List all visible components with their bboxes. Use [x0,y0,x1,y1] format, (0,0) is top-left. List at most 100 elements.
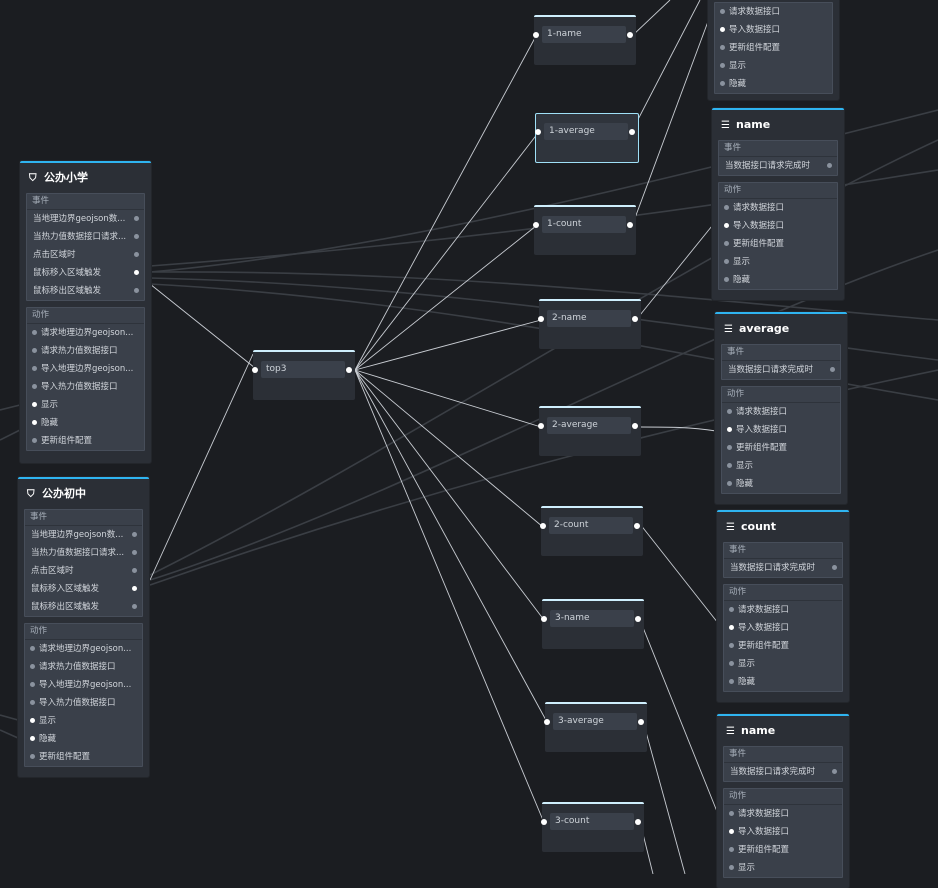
middle-school-node[interactable]: ⛉ 公办初中 事件 当地理边界geojson数... 当热力值数据接口请求... … [18,477,149,777]
output-port[interactable] [632,423,638,429]
input-port[interactable] [538,423,544,429]
field-node-1-average[interactable]: 1-average [535,113,639,163]
action-row[interactable]: 更新组件配置 [25,748,142,766]
action-row[interactable]: 更新组件配置 [722,439,840,457]
action-row[interactable]: 显示 [724,859,842,877]
action-row[interactable]: 更新组件配置 [27,432,144,450]
input-port[interactable] [541,819,547,825]
node-title: ☰ count [717,512,849,542]
input-port[interactable] [533,32,539,38]
event-row[interactable]: 当数据接口请求完成时 [722,361,840,379]
field-label: 1-name [542,26,626,43]
actions-section: 动作 请求数据接口 导入数据接口 更新组件配置 显示 [723,788,843,878]
output-port[interactable] [629,129,635,135]
field-node-3-name[interactable]: 3-name [541,599,644,649]
action-row[interactable]: 请求数据接口 [715,3,832,21]
action-row[interactable]: 导入数据接口 [722,421,840,439]
action-row[interactable]: 显示 [722,457,840,475]
input-port[interactable] [544,719,550,725]
output-port[interactable] [635,819,641,825]
output-port[interactable] [635,616,641,622]
map-pin-icon: ⛉ [29,173,37,184]
event-row[interactable]: 当地理边界geojson数... [27,210,144,228]
event-row[interactable]: 当数据接口请求完成时 [719,157,837,175]
event-row[interactable]: 鼠标移入区域触发 [27,264,144,282]
input-port[interactable] [535,129,541,135]
action-row[interactable]: 请求数据接口 [722,403,840,421]
primary-school-node[interactable]: ⛉ 公办小学 事件 当地理边界geojson数... 当热力值数据接口请求... … [20,161,151,463]
action-row[interactable]: 显示 [25,712,142,730]
action-row[interactable]: 显示 [715,57,832,75]
action-row[interactable]: 隐藏 [715,75,832,93]
input-port[interactable] [252,367,258,373]
action-row[interactable]: 请求地理边界geojson... [25,640,142,658]
output-port[interactable] [627,222,633,228]
action-row[interactable]: 显示 [724,655,842,673]
action-row[interactable]: 请求数据接口 [724,601,842,619]
event-row[interactable]: 鼠标移入区域触发 [25,580,142,598]
input-port[interactable] [533,222,539,228]
action-row[interactable]: 请求热力值数据接口 [25,658,142,676]
text-node-name-2[interactable]: ☰ name 事件 当数据接口请求完成时 动作 请求数据接口 导入数据接口 更新组… [717,714,849,888]
text-node-count[interactable]: ☰ count 事件 当数据接口请求完成时 动作 请求数据接口 导入数据接口 更新… [717,510,849,702]
event-row[interactable]: 点击区域时 [27,246,144,264]
action-row[interactable]: 导入地理边界geojson... [27,360,144,378]
text-node-average[interactable]: ☰ average 事件 当数据接口请求完成时 动作 请求数据接口 导入数据接口 … [715,312,847,504]
action-row[interactable]: 导入数据接口 [724,619,842,637]
input-port[interactable] [540,523,546,529]
action-row[interactable]: 更新组件配置 [724,841,842,859]
event-row[interactable]: 当热力值数据接口请求... [27,228,144,246]
output-port[interactable] [346,367,352,373]
event-row[interactable]: 鼠标移出区域触发 [27,282,144,300]
action-row[interactable]: 显示 [27,396,144,414]
event-row[interactable]: 鼠标移出区域触发 [25,598,142,616]
action-row[interactable]: 导入数据接口 [715,21,832,39]
action-row[interactable]: 导入地理边界geojson... [25,676,142,694]
action-row[interactable]: 请求热力值数据接口 [27,342,144,360]
field-label: 2-average [547,417,631,434]
field-node-3-count[interactable]: 3-count [541,802,644,852]
action-row[interactable]: 隐藏 [724,673,842,691]
action-row[interactable]: 更新组件配置 [724,637,842,655]
action-row[interactable]: 请求数据接口 [719,199,837,217]
action-row[interactable]: 导入热力值数据接口 [25,694,142,712]
action-row[interactable]: 隐藏 [27,414,144,432]
action-row[interactable]: 隐藏 [25,730,142,748]
action-row[interactable]: 导入数据接口 [719,217,837,235]
field-node-2-average[interactable]: 2-average [538,406,641,456]
action-row[interactable]: 导入热力值数据接口 [27,378,144,396]
event-row[interactable]: 当地理边界geojson数... [25,526,142,544]
action-row[interactable]: 更新组件配置 [715,39,832,57]
field-label: 1-average [544,123,628,140]
output-port[interactable] [627,32,633,38]
field-node-1-name[interactable]: 1-name [533,15,636,65]
action-row[interactable]: 隐藏 [722,475,840,493]
input-port[interactable] [538,316,544,322]
action-row[interactable]: 更新组件配置 [719,235,837,253]
text-node-name-1[interactable]: ☰ name 事件 当数据接口请求完成时 动作 请求数据接口 导入数据接口 更新组… [712,108,844,300]
field-node-top3[interactable]: top3 [252,350,355,400]
field-node-2-name[interactable]: 2-name [538,299,641,349]
action-row[interactable]: 请求数据接口 [724,805,842,823]
input-port[interactable] [541,616,547,622]
field-node-2-count[interactable]: 2-count [540,506,643,556]
event-row[interactable]: 点击区域时 [25,562,142,580]
output-port[interactable] [632,316,638,322]
action-row[interactable]: 隐藏 [719,271,837,289]
event-row[interactable]: 当热力值数据接口请求... [25,544,142,562]
output-port[interactable] [638,719,644,725]
actions-section: 动作 请求数据接口 导入数据接口 更新组件配置 显示 隐藏 [718,182,838,290]
events-section: 事件 当地理边界geojson数... 当热力值数据接口请求... 点击区域时 … [24,509,143,617]
events-section: 事件 当地理边界geojson数... 当热力值数据接口请求... 点击区域时 … [26,193,145,301]
event-row[interactable]: 当数据接口请求完成时 [724,559,842,577]
action-row[interactable]: 显示 [719,253,837,271]
field-node-1-count[interactable]: 1-count [533,205,636,255]
output-port[interactable] [634,523,640,529]
field-node-3-average[interactable]: 3-average [544,702,647,752]
event-row[interactable]: 当数据接口请求完成时 [724,763,842,781]
top-partial-node[interactable]: 请求数据接口 导入数据接口 更新组件配置 显示 隐藏 [708,0,839,100]
action-row[interactable]: 导入数据接口 [724,823,842,841]
field-label: 3-average [553,713,637,730]
field-label: 3-name [550,610,634,627]
action-row[interactable]: 请求地理边界geojson... [27,324,144,342]
